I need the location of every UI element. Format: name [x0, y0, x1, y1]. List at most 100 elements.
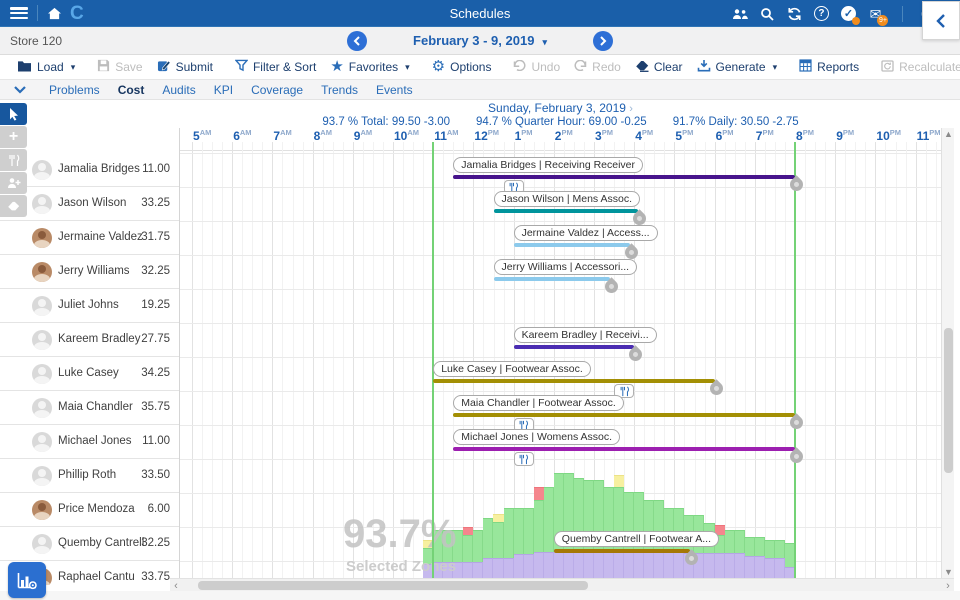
- store-label: Store 120: [10, 34, 62, 48]
- horizontal-scroll-thumb[interactable]: [198, 581, 588, 590]
- tab-cost[interactable]: Cost: [109, 83, 154, 97]
- context-bar: Store 120 February 3 - 9, 2019▾: [0, 27, 960, 55]
- tab-kpi[interactable]: KPI: [205, 83, 242, 97]
- shift-bar[interactable]: [433, 379, 714, 383]
- coverage-bar: [554, 473, 564, 578]
- toolbar-button-label: Favorites: [349, 60, 398, 74]
- toolbar-folder-button[interactable]: Load▾: [10, 59, 82, 75]
- employee-row[interactable]: Kareem Bradley27.75: [0, 323, 180, 357]
- collapse-tabs-icon[interactable]: [14, 86, 26, 94]
- toolbar-reports-button[interactable]: Reports: [792, 59, 866, 75]
- toolbar-submit-button[interactable]: Submit: [150, 59, 220, 75]
- employee-row[interactable]: Quemby Cantrell32.25: [0, 527, 180, 561]
- shift-label[interactable]: Kareem Bradley | Receivi...: [514, 327, 657, 343]
- toolbar-gear-button[interactable]: ⚙Options: [425, 60, 499, 74]
- time-axis-label: 5AM: [193, 128, 211, 143]
- toolbar-button-label: Generate: [716, 60, 766, 74]
- employee-name: Luke Casey: [58, 367, 119, 379]
- coverage-bar: [544, 487, 554, 578]
- toolbar-star-button[interactable]: ★ Favorites ▾: [323, 60, 416, 74]
- search-icon[interactable]: [758, 5, 776, 23]
- employee-row[interactable]: Price Mendoza6.00: [0, 493, 180, 527]
- coverage-bar: [725, 530, 735, 578]
- vertical-scrollbar[interactable]: ▲ ▼: [941, 128, 954, 578]
- coverage-bar: [504, 508, 514, 578]
- row-line: [180, 459, 941, 460]
- employee-row[interactable]: Michael Jones11.00: [0, 425, 180, 459]
- grid-line: [232, 142, 233, 578]
- add-shift-tool-button[interactable]: +: [0, 126, 27, 148]
- employee-row[interactable]: Maia Chandler35.75: [0, 391, 180, 425]
- shift-label[interactable]: Jason Wilson | Mens Assoc.: [494, 191, 641, 207]
- employee-row[interactable]: Phillip Roth33.50: [0, 459, 180, 493]
- coverage-bar: [564, 473, 574, 578]
- day-stats: 93.7 % Total: 99.50 -3.00 94.7 % Quarter…: [180, 116, 941, 128]
- shift-label[interactable]: Jermaine Valdez | Access...: [514, 225, 658, 241]
- shift-bar[interactable]: [453, 175, 795, 179]
- employee-name: Michael Jones: [58, 435, 132, 447]
- employee-row[interactable]: Luke Casey34.25: [0, 357, 180, 391]
- shift-bar[interactable]: [453, 447, 795, 451]
- shift-bar[interactable]: [514, 345, 635, 349]
- scroll-up-icon[interactable]: ▲: [942, 128, 955, 140]
- meal-break-icon[interactable]: [514, 452, 534, 466]
- coverage-histogram: [423, 473, 795, 578]
- shift-label[interactable]: Quemby Cantrell | Footwear A...: [554, 531, 719, 547]
- select-tool-button[interactable]: [0, 103, 27, 125]
- tab-trends[interactable]: Trends: [312, 83, 367, 97]
- shift-bar[interactable]: [453, 413, 795, 417]
- eraser-icon: [635, 60, 649, 75]
- day-title[interactable]: Sunday, February 3, 2019 ›: [180, 101, 941, 115]
- avatar: [32, 500, 52, 520]
- help-icon[interactable]: ?: [812, 5, 830, 23]
- shift-bar[interactable]: [494, 209, 639, 213]
- shift-bar[interactable]: [494, 277, 611, 281]
- employee-row[interactable]: Jamalia Bridges11.00: [0, 153, 180, 187]
- star-icon: ★: [330, 60, 343, 74]
- gear-icon: ⚙: [432, 60, 445, 74]
- week-selector[interactable]: February 3 - 9, 2019▾: [380, 33, 580, 48]
- toolbar-redo-button: Redo: [567, 60, 628, 74]
- prev-week-button[interactable]: [347, 31, 367, 51]
- shift-bar[interactable]: [514, 243, 631, 247]
- toolbar-filter-button[interactable]: Filter & Sort: [228, 59, 323, 75]
- tab-problems[interactable]: Problems: [40, 83, 109, 97]
- coverage-chart-toggle-button[interactable]: [8, 562, 46, 598]
- shift-label[interactable]: Luke Casey | Footwear Assoc.: [433, 361, 591, 377]
- coverage-bar: [483, 518, 493, 578]
- tab-audits[interactable]: Audits: [153, 83, 204, 97]
- shift-label[interactable]: Michael Jones | Womens Assoc.: [453, 429, 620, 445]
- grid-line: [222, 142, 223, 578]
- shift-label[interactable]: Jerry Williams | Accessori...: [494, 259, 638, 275]
- employee-row[interactable]: Juliet Johns19.25: [0, 289, 180, 323]
- meal-tool-button[interactable]: [0, 149, 27, 171]
- add-employee-tool-button[interactable]: [0, 172, 27, 194]
- people-icon[interactable]: [731, 5, 749, 23]
- refresh-icon[interactable]: [785, 5, 803, 23]
- employee-name: Jamalia Bridges: [58, 163, 140, 175]
- approvals-icon[interactable]: ✓: [839, 5, 857, 23]
- toolbar-eraser-button[interactable]: Clear: [628, 60, 690, 75]
- employee-row[interactable]: Jason Wilson33.25: [0, 187, 180, 221]
- caret-down-icon: ▾: [405, 62, 410, 73]
- messages-icon[interactable]: ✉ 9+: [866, 5, 884, 23]
- next-week-button[interactable]: [593, 31, 613, 51]
- stat-total: 93.7 % Total: 99.50 -3.00: [322, 116, 450, 128]
- shift-bar[interactable]: [554, 549, 691, 553]
- employee-hours: 27.75: [141, 333, 170, 345]
- shift-label[interactable]: Maia Chandler | Footwear Assoc.: [453, 395, 623, 411]
- time-axis-label: 1PM: [515, 128, 533, 143]
- row-line: [180, 289, 941, 290]
- shift-label[interactable]: Jamalia Bridges | Receiving Receiver: [453, 157, 643, 173]
- grid-line: [875, 142, 876, 578]
- employee-row[interactable]: Jerry Williams32.25: [0, 255, 180, 289]
- vertical-scroll-thumb[interactable]: [944, 328, 953, 473]
- erase-tool-button[interactable]: [0, 195, 27, 217]
- tab-events[interactable]: Events: [367, 83, 422, 97]
- horizontal-scrollbar[interactable]: ‹ ›: [170, 578, 954, 591]
- tab-coverage[interactable]: Coverage: [242, 83, 312, 97]
- toolbar-generate-button[interactable]: Generate▾: [690, 59, 785, 75]
- employee-row[interactable]: Jermaine Valdez31.75: [0, 221, 180, 255]
- side-panel-expander[interactable]: [922, 1, 960, 40]
- scroll-down-icon[interactable]: ▼: [942, 566, 955, 578]
